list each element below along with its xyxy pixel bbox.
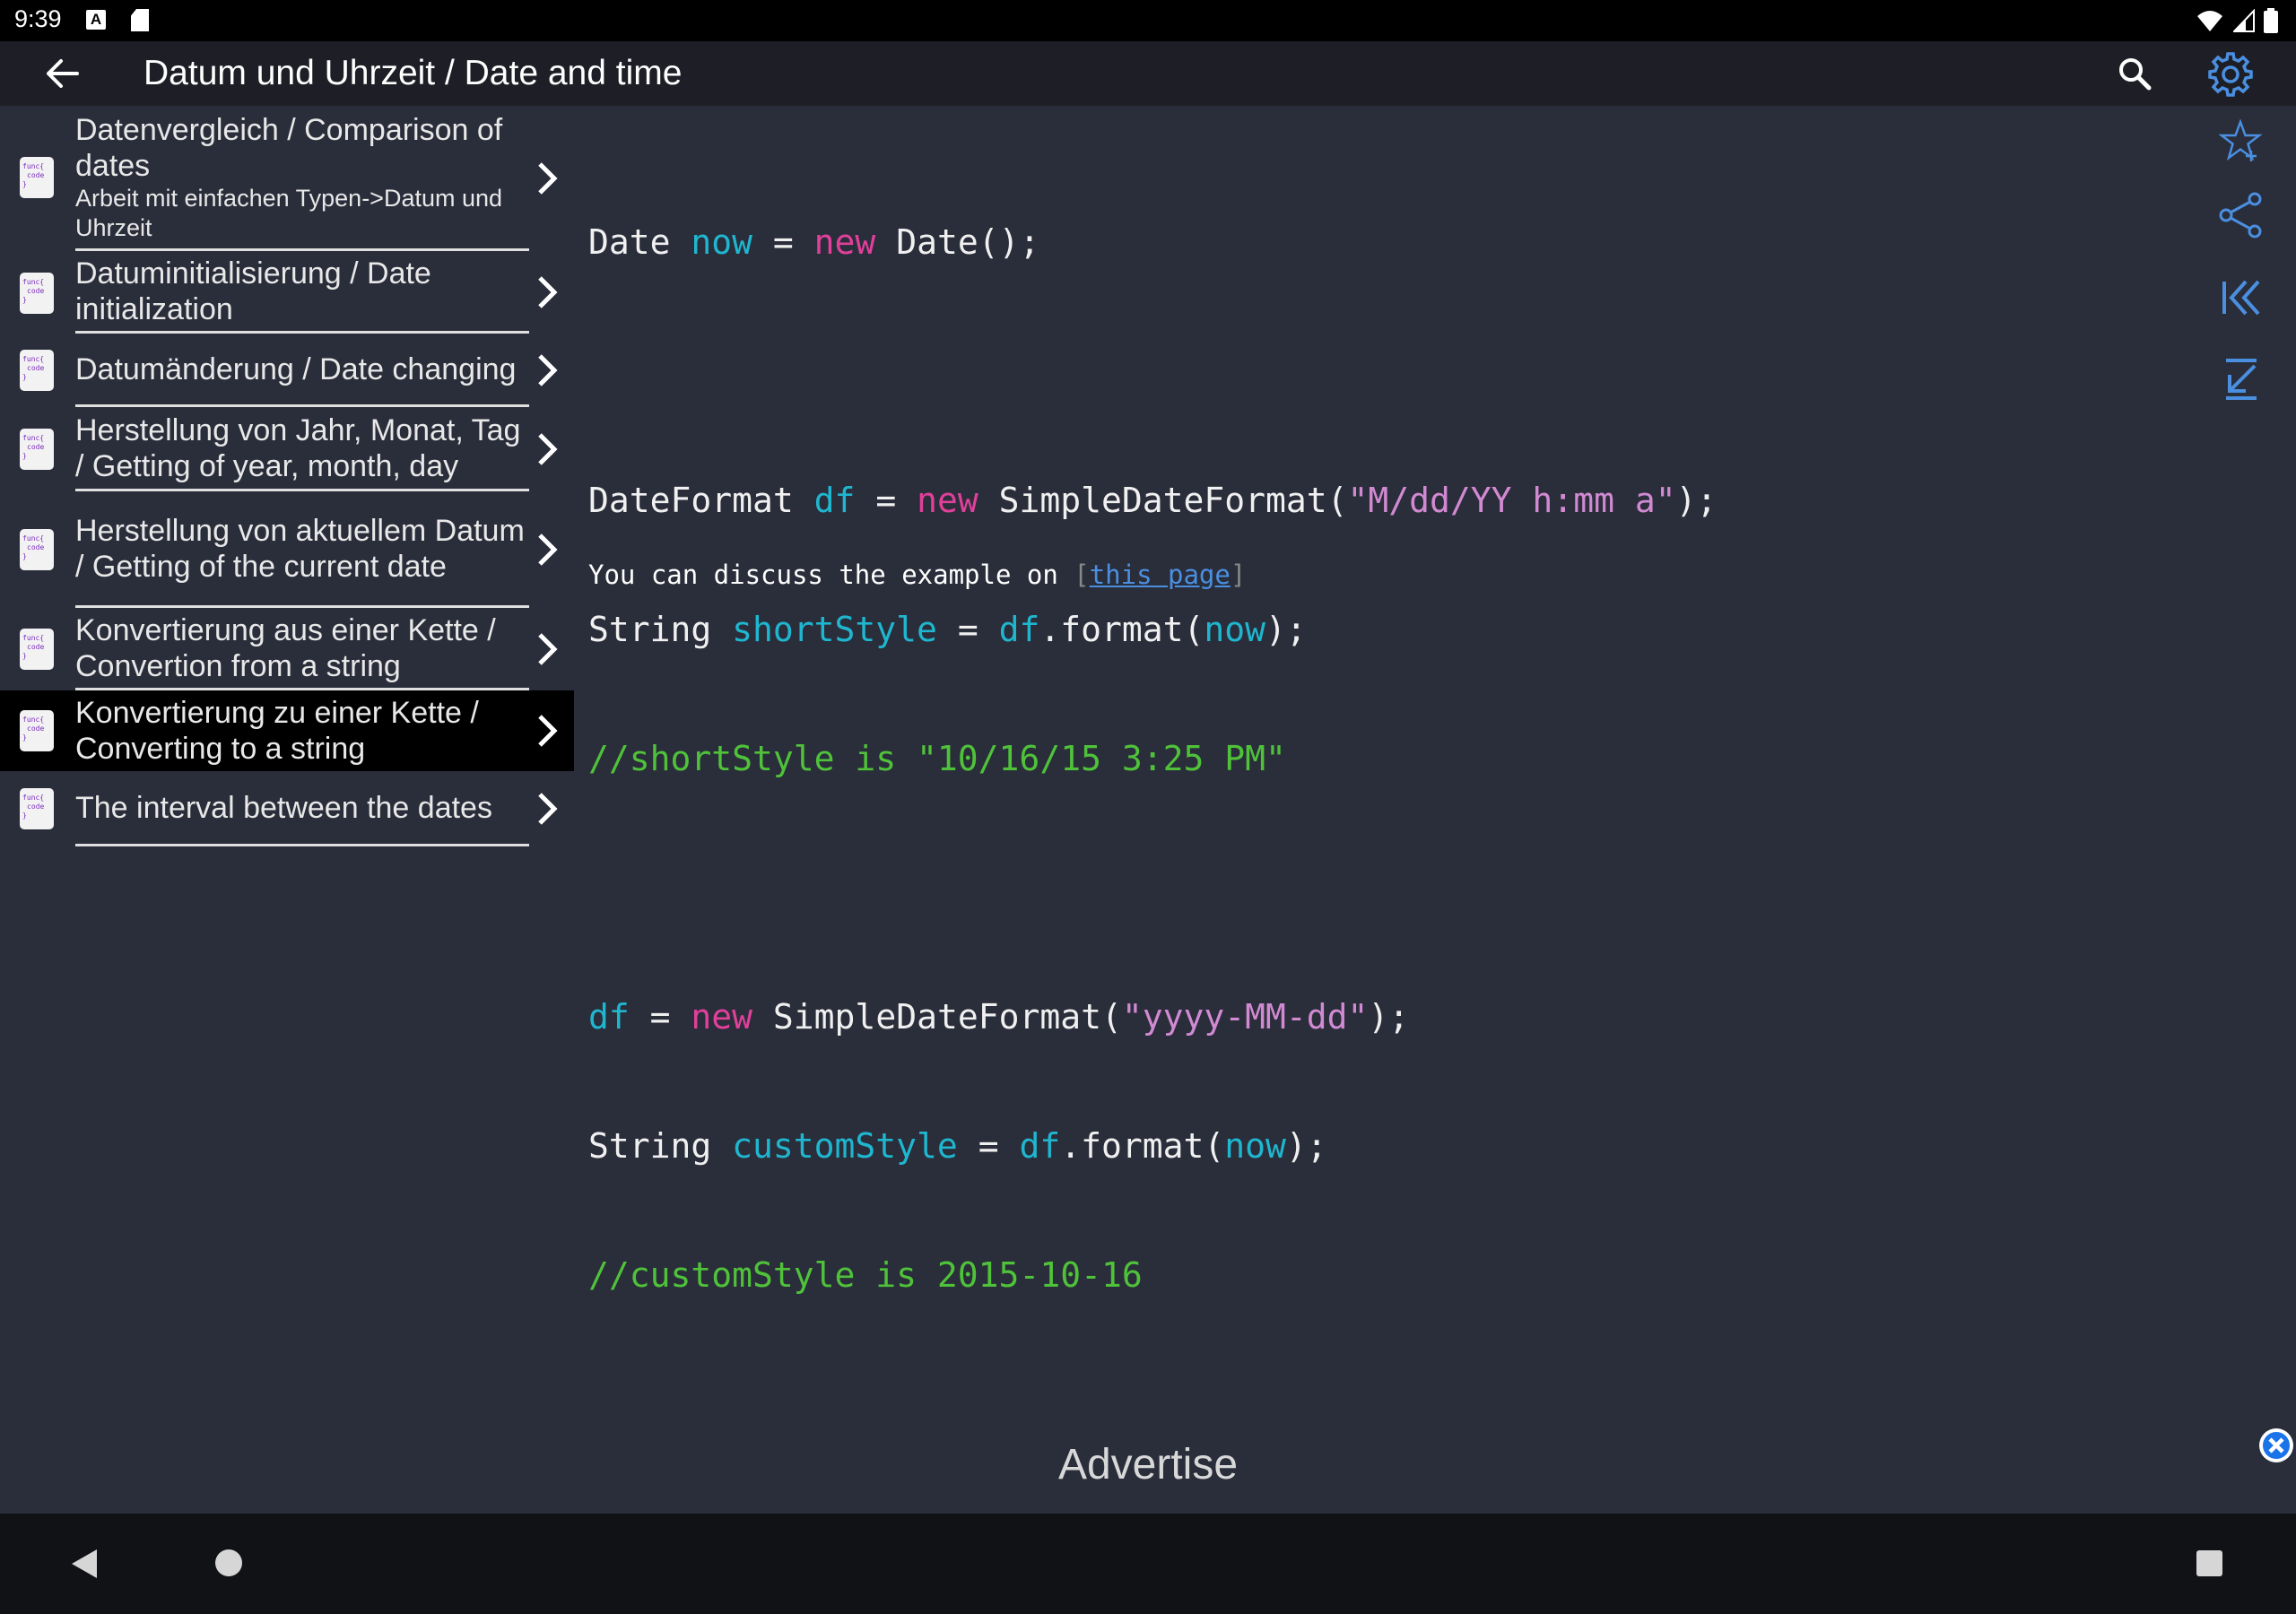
first-page-icon[interactable]	[2215, 273, 2266, 323]
list-item-interval-between-dates[interactable]: func{code} The interval between the date…	[0, 771, 574, 846]
chevron-right-icon	[538, 534, 558, 566]
code-file-icon: func{code}	[20, 629, 54, 670]
battery-icon	[2264, 8, 2278, 33]
wifi-icon	[2197, 11, 2223, 31]
discussion-link[interactable]: this page	[1090, 560, 1231, 590]
search-icon[interactable]	[2115, 54, 2156, 95]
list-item-converting-to-string[interactable]: func{code} Konvertierung zu einer Kette …	[0, 690, 574, 771]
code-file-icon: func{code}	[20, 429, 54, 470]
list-item-title: Konvertierung aus einer Kette / Converti…	[75, 612, 496, 683]
favorite-star-icon[interactable]	[2215, 117, 2266, 167]
page-title: Datum und Uhrzeit / Date and time	[144, 54, 683, 92]
code-line: DateFormat df = new SimpleDateFormat("M/…	[588, 481, 1718, 520]
list-item-title: Konvertierung zu einer Kette / Convertin…	[75, 696, 479, 766]
topic-list: func{code} Datenvergleich / Comparison o…	[0, 106, 574, 846]
list-item-title: Herstellung von Jahr, Monat, Tag / Getti…	[75, 412, 521, 483]
chevron-right-icon	[538, 715, 558, 747]
gear-icon[interactable]	[2206, 50, 2255, 99]
share-icon[interactable]	[2215, 190, 2266, 240]
advertise-banner[interactable]: Advertise	[0, 1440, 2296, 1489]
status-time: 9:39	[14, 5, 62, 32]
code-line: Date now = new Date();	[588, 222, 1040, 262]
keyboard-notification-icon: A	[86, 10, 106, 30]
code-file-icon: func{code}	[20, 157, 54, 198]
code-file-icon: func{code}	[20, 710, 54, 751]
nav-home-icon[interactable]	[215, 1549, 242, 1576]
code-file-icon: func{code}	[20, 273, 54, 314]
status-bar: 9:39 A	[0, 0, 2296, 41]
list-item-title: Datenvergleich / Comparison of dates	[75, 112, 503, 183]
code-comment: //customStyle is 2015-10-16	[588, 1255, 1143, 1295]
list-item-convertion-from-string[interactable]: func{code} Konvertierung aus einer Kette…	[0, 608, 574, 690]
sd-card-icon	[131, 9, 149, 31]
code-line: String shortStyle = df.format(now);	[588, 610, 1307, 649]
code-file-icon: func{code}	[20, 529, 54, 570]
list-item-date-initialization[interactable]: func{code} Datuminitialisierung / Date i…	[0, 251, 574, 334]
list-item-comparison-of-dates[interactable]: func{code} Datenvergleich / Comparison o…	[0, 106, 574, 251]
code-file-icon: func{code}	[20, 788, 54, 829]
code-comment: //shortStyle is "10/16/15 3:25 PM"	[588, 739, 1286, 778]
list-item-subtitle: Arbeit mit einfachen Typen->Datum und Uh…	[75, 184, 503, 241]
list-item-title: The interval between the dates	[75, 790, 492, 825]
list-item-getting-year-month-day[interactable]: func{code} Herstellung von Jahr, Monat, …	[0, 407, 574, 491]
list-item-title: Datumänderung / Date changing	[75, 351, 517, 386]
nav-back-icon[interactable]	[70, 1548, 99, 1580]
code-line: df = new SimpleDateFormat("yyyy-MM-dd");	[588, 997, 1410, 1037]
close-ad-icon[interactable]	[2258, 1427, 2294, 1463]
system-navigation-bar	[0, 1514, 2296, 1614]
app-bar: Datum und Uhrzeit / Date and time	[0, 41, 2296, 106]
code-line: String customStyle = df.format(now);	[588, 1126, 1327, 1166]
chevron-right-icon	[538, 793, 558, 825]
list-item-title: Datuminitialisierung / Date initializati…	[75, 256, 431, 326]
nav-recents-icon[interactable]	[2196, 1550, 2222, 1576]
list-item-current-date[interactable]: func{code} Herstellung von aktuellem Dat…	[0, 491, 574, 608]
scroll-to-bottom-icon[interactable]	[2215, 353, 2266, 404]
chevron-right-icon	[538, 433, 558, 465]
chevron-right-icon	[538, 276, 558, 308]
chevron-right-icon	[538, 354, 558, 386]
list-item-title: Herstellung von aktuellem Datum / Gettin…	[75, 513, 525, 584]
list-item-date-changing[interactable]: func{code} Datumänderung / Date changing	[0, 334, 574, 407]
code-file-icon: func{code}	[20, 350, 54, 391]
back-arrow-icon[interactable]	[41, 54, 86, 93]
chevron-right-icon	[538, 162, 558, 195]
discuss-note: You can discuss the example on [this pag…	[588, 560, 1247, 590]
cellular-signal-icon	[2232, 9, 2255, 32]
code-example: Date now = new Date(); DateFormat df = n…	[588, 134, 1717, 1340]
chevron-right-icon	[538, 633, 558, 665]
status-icons	[2191, 8, 2278, 33]
